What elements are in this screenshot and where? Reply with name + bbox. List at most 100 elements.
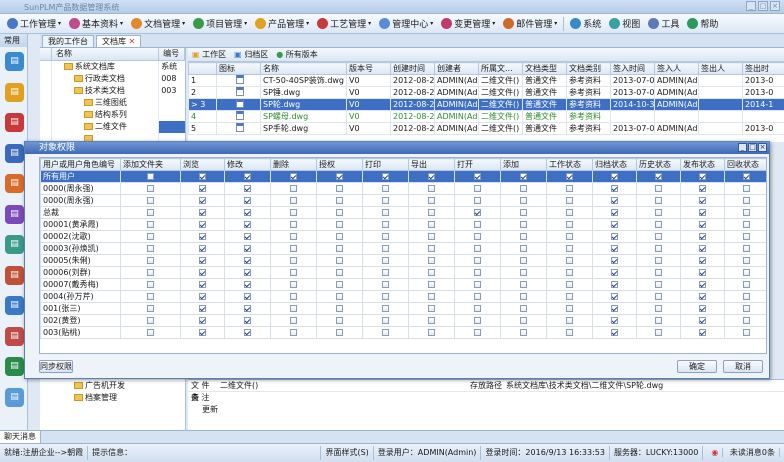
menu-item[interactable]: 帮助 xyxy=(684,15,721,32)
unchecked-checkbox[interactable] xyxy=(655,269,662,276)
checked-checkbox[interactable] xyxy=(244,269,251,276)
unchecked-checkbox[interactable] xyxy=(428,185,435,192)
unchecked-checkbox[interactable] xyxy=(428,281,435,288)
unchecked-checkbox[interactable] xyxy=(336,317,343,324)
table-row[interactable]: 2SP锤.dwgV02012-08-24ADMIN(Ad...二维文件()普通文… xyxy=(188,86,784,99)
unchecked-checkbox[interactable] xyxy=(566,233,573,240)
unchecked-checkbox[interactable] xyxy=(382,221,389,228)
checked-checkbox[interactable] xyxy=(611,185,618,192)
permission-row[interactable]: 002(黄登) xyxy=(40,314,766,327)
unchecked-checkbox[interactable] xyxy=(655,233,662,240)
unchecked-checkbox[interactable] xyxy=(290,233,297,240)
menu-item[interactable]: 变更管理 ▾ xyxy=(438,15,498,32)
nav-module-icon[interactable]: ▤ xyxy=(5,174,24,193)
unchecked-checkbox[interactable] xyxy=(743,257,750,264)
column-header[interactable]: 版本号 xyxy=(346,62,391,75)
unchecked-checkbox[interactable] xyxy=(336,233,343,240)
permission-row[interactable]: 0000(周永强) xyxy=(40,194,766,207)
unchecked-checkbox[interactable] xyxy=(147,197,154,204)
table-row[interactable]: 4 SP螺母.dwgV02012-08-24ADMIN(Ad...二维文件()普通… xyxy=(188,110,784,123)
nav-module-icon[interactable]: ▤ xyxy=(5,143,24,163)
unchecked-checkbox[interactable] xyxy=(382,245,389,252)
checked-checkbox[interactable] xyxy=(611,245,618,252)
unchecked-checkbox[interactable] xyxy=(382,305,389,312)
workspace-filter[interactable]: ▣ 工作区 xyxy=(192,48,226,61)
unchecked-checkbox[interactable] xyxy=(655,209,662,216)
unchecked-checkbox[interactable] xyxy=(566,245,573,252)
permission-row[interactable]: 00007(戴秀梅) xyxy=(40,278,766,291)
unchecked-checkbox[interactable] xyxy=(382,281,389,288)
nav-module-icon[interactable]: ▤ xyxy=(5,204,24,224)
unchecked-checkbox[interactable] xyxy=(147,221,154,228)
column-header[interactable]: 签入人 xyxy=(654,62,699,75)
unchecked-checkbox[interactable] xyxy=(474,281,481,288)
menu-item[interactable]: 系统 xyxy=(567,15,604,32)
unchecked-checkbox[interactable] xyxy=(743,293,750,300)
checked-checkbox[interactable] xyxy=(655,173,662,180)
tab-workbench[interactable]: 我的工作台 xyxy=(42,35,94,47)
checked-checkbox[interactable] xyxy=(244,233,251,240)
unchecked-checkbox[interactable] xyxy=(474,245,481,252)
checked-checkbox[interactable] xyxy=(244,197,251,204)
checked-checkbox[interactable] xyxy=(199,305,206,312)
checked-checkbox[interactable] xyxy=(699,293,706,300)
checked-checkbox[interactable] xyxy=(199,221,206,228)
checked-checkbox[interactable] xyxy=(474,173,481,180)
permission-row[interactable]: 0004(孙万芹) xyxy=(40,290,766,303)
nav-module-icon[interactable]: ▤ xyxy=(5,82,24,102)
checked-checkbox[interactable] xyxy=(699,245,706,252)
unchecked-checkbox[interactable] xyxy=(520,293,527,300)
permission-column-header[interactable]: 添加 xyxy=(500,158,547,171)
unchecked-checkbox[interactable] xyxy=(290,293,297,300)
unchecked-checkbox[interactable] xyxy=(290,221,297,228)
permission-column-header[interactable]: 删除 xyxy=(270,158,317,171)
checked-checkbox[interactable] xyxy=(244,257,251,264)
nav-module-icon[interactable]: ▤ xyxy=(5,52,24,71)
table-row[interactable]: 5SP手轮.dwgV02012-08-24ADMIN(Ad...二维文件()普通… xyxy=(188,122,784,135)
tree-node[interactable]: 系统文档库 系统 xyxy=(40,61,185,73)
unchecked-checkbox[interactable] xyxy=(655,329,662,336)
permission-column-header[interactable]: 回收状态 xyxy=(724,158,766,171)
checked-checkbox[interactable] xyxy=(699,281,706,288)
checked-checkbox[interactable] xyxy=(611,269,618,276)
unchecked-checkbox[interactable] xyxy=(520,233,527,240)
unchecked-checkbox[interactable] xyxy=(743,269,750,276)
checked-checkbox[interactable] xyxy=(611,233,618,240)
unchecked-checkbox[interactable] xyxy=(336,305,343,312)
checked-checkbox[interactable] xyxy=(611,317,618,324)
unchecked-checkbox[interactable] xyxy=(520,269,527,276)
permission-column-header[interactable]: 发布状态 xyxy=(680,158,725,171)
checked-checkbox[interactable] xyxy=(199,233,206,240)
permission-row[interactable]: 总裁 xyxy=(40,206,766,219)
unchecked-checkbox[interactable] xyxy=(147,281,154,288)
unchecked-checkbox[interactable] xyxy=(566,305,573,312)
checked-checkbox[interactable] xyxy=(699,305,706,312)
unchecked-checkbox[interactable] xyxy=(474,197,481,204)
column-header[interactable]: 文档类别 xyxy=(566,62,611,75)
unchecked-checkbox[interactable] xyxy=(147,257,154,264)
unchecked-checkbox[interactable] xyxy=(336,269,343,276)
checked-checkbox[interactable] xyxy=(244,329,251,336)
checked-checkbox[interactable] xyxy=(743,173,750,180)
column-header[interactable]: 签出人 xyxy=(698,62,743,75)
menu-item[interactable]: 视图 xyxy=(606,15,643,32)
permission-row[interactable]: 00005(朱俐) xyxy=(40,254,766,267)
unchecked-checkbox[interactable] xyxy=(474,269,481,276)
checked-checkbox[interactable] xyxy=(699,257,706,264)
unchecked-checkbox[interactable] xyxy=(743,281,750,288)
table-row[interactable]: > 3SP轮.dwgV02012-08-24ADMIN(Ad...二维文件()普… xyxy=(188,98,784,111)
column-header[interactable]: 名称 xyxy=(260,62,347,75)
tree-node[interactable]: 行政类文档 008 xyxy=(40,73,185,85)
update-link[interactable]: 更新 xyxy=(188,404,784,416)
checked-checkbox[interactable] xyxy=(244,209,251,216)
cancel-button[interactable]: 取消 xyxy=(723,360,763,373)
unchecked-checkbox[interactable] xyxy=(147,317,154,324)
unchecked-checkbox[interactable] xyxy=(290,281,297,288)
permission-column-header[interactable]: 导出 xyxy=(408,158,455,171)
unchecked-checkbox[interactable] xyxy=(290,209,297,216)
checked-checkbox[interactable] xyxy=(244,185,251,192)
permission-row[interactable]: 00002(沈歌) xyxy=(40,230,766,243)
checked-checkbox[interactable] xyxy=(244,293,251,300)
checked-checkbox[interactable] xyxy=(199,257,206,264)
unchecked-checkbox[interactable] xyxy=(147,209,154,216)
